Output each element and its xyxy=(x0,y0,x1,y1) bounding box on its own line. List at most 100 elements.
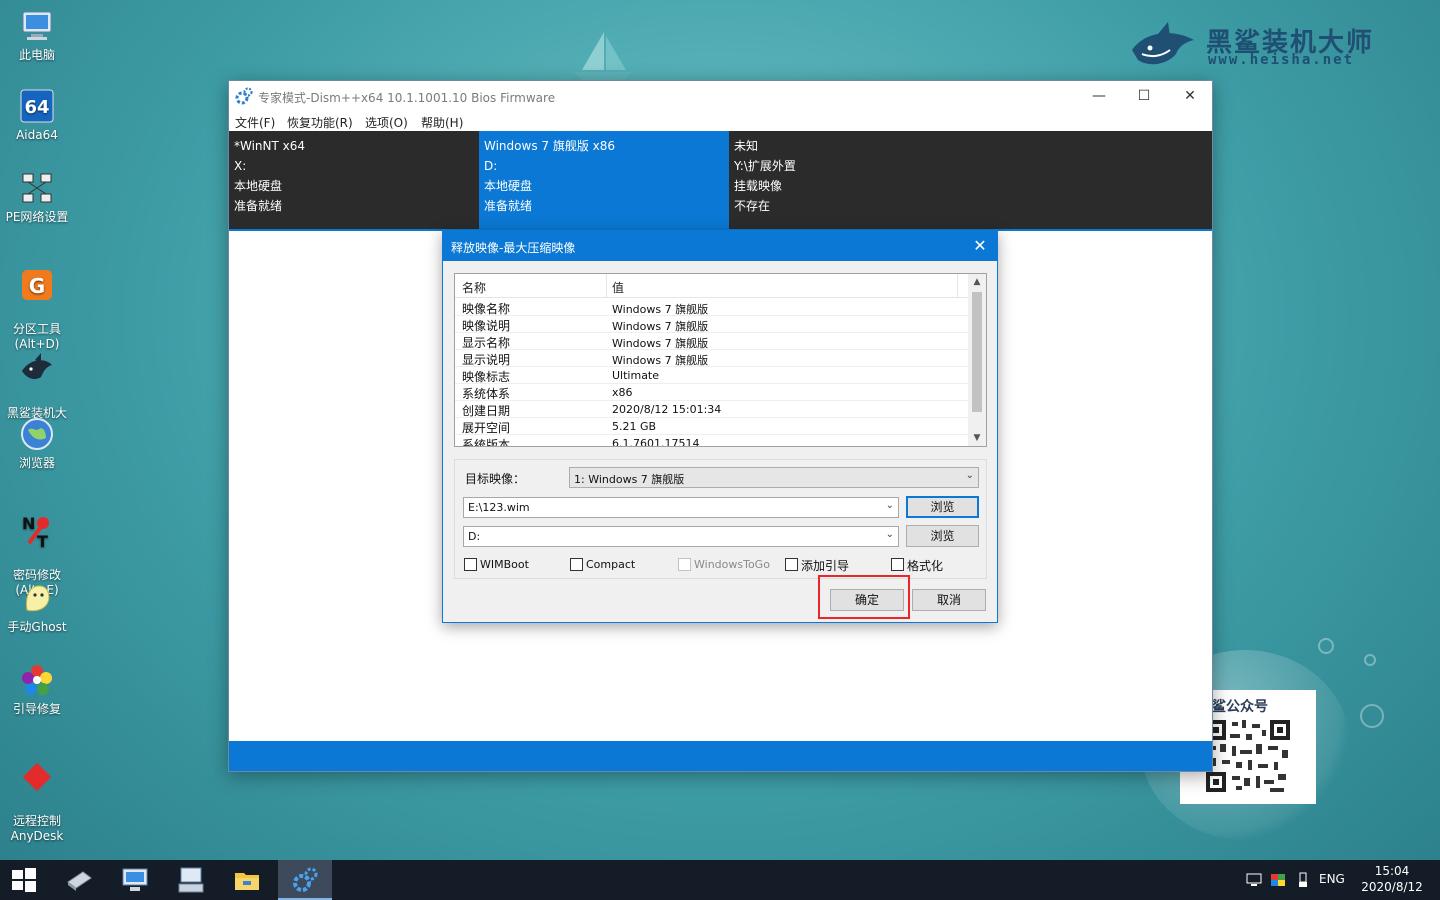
browse-dest-button[interactable]: 浏览 xyxy=(906,525,979,547)
add-boot-label: 添加引导 xyxy=(801,559,850,573)
options-group: 目标映像： 1: Windows 7 旗舰版 ⌄ E:\123.wim ⌄ 浏览… xyxy=(454,459,987,579)
drive-card-unknown[interactable]: 未知 Y:\扩展外置 挂载映像 不存在 xyxy=(729,131,979,229)
desktop-icon-label: 引导修复 xyxy=(12,702,61,716)
desktop-icon-anydesk[interactable]: 远程控制 AnyDesk xyxy=(2,744,72,859)
list-scrollbar[interactable]: ▲ ▼ xyxy=(968,274,986,446)
usb-tray-icon[interactable] xyxy=(1295,872,1311,888)
menu-restore[interactable]: 恢复功能(R) xyxy=(287,114,353,131)
target-image-select[interactable]: 1: Windows 7 旗舰版 ⌄ xyxy=(569,467,979,488)
item-value: 2020/8/12 15:01:34 xyxy=(612,403,722,416)
cancel-button[interactable]: 取消 xyxy=(912,589,986,611)
svg-text:64: 64 xyxy=(24,97,49,118)
desktop-icon-label: PE网络设置 xyxy=(5,210,69,224)
taskbar-app-dism[interactable] xyxy=(278,860,332,900)
svg-text:T: T xyxy=(37,532,48,549)
taskbar-app-drive[interactable] xyxy=(52,860,106,900)
boot-repair-icon xyxy=(22,665,52,695)
desktop-icon-label: Aida64 xyxy=(16,128,58,142)
list-item[interactable]: 映像名称 Windows 7 旗舰版 xyxy=(455,299,968,316)
taskbar-app-keyboard[interactable] xyxy=(164,860,218,900)
list-item[interactable]: 系统版本 6.1.7601.17514 xyxy=(455,435,968,446)
taskbar-app-explorer[interactable] xyxy=(220,860,274,900)
menu-file[interactable]: 文件(F) xyxy=(235,114,275,131)
window-title: 专家模式-Dism++x64 10.1.1001.10 Bios Firmwar… xyxy=(258,91,556,105)
list-item[interactable]: 显示说明 Windows 7 旗舰版 xyxy=(455,350,968,367)
bubble-decoration xyxy=(1364,654,1376,666)
clock-time: 15:04 xyxy=(1374,864,1410,878)
desktop-icon-label: 手动Ghost xyxy=(7,620,67,634)
language-indicator[interactable]: ENG xyxy=(1319,872,1345,886)
target-image-label: 目标映像： xyxy=(465,472,526,486)
item-value: Windows 7 旗舰版 xyxy=(612,303,709,316)
scroll-down-icon[interactable]: ▼ xyxy=(968,430,986,446)
clock[interactable]: 15:04 2020/8/12 xyxy=(1352,863,1432,895)
column-header-value[interactable]: 值 xyxy=(612,279,624,296)
drive-letter: X: xyxy=(234,159,247,173)
clock-date: 2020/8/12 xyxy=(1361,880,1423,894)
drive-card-windows7[interactable]: Windows 7 旗舰版 x86 D: 本地硬盘 准备就绪 xyxy=(479,131,729,229)
drive-card-winnt[interactable]: *WinNT x64 X: 本地硬盘 准备就绪 xyxy=(229,131,479,229)
column-header-name[interactable]: 名称 xyxy=(462,279,486,296)
list-item[interactable]: 映像标志 Ultimate xyxy=(455,367,968,384)
windowstogo-checkbox[interactable] xyxy=(678,558,691,571)
desktop-icon-browser[interactable]: 浏览器 xyxy=(2,416,72,471)
column-divider xyxy=(957,274,958,298)
item-value: 5.21 GB xyxy=(612,420,657,433)
close-button[interactable]: ✕ xyxy=(1167,81,1213,111)
list-item[interactable]: 系统体系 x86 xyxy=(455,384,968,401)
menu-help[interactable]: 帮助(H) xyxy=(421,114,463,131)
taskbar-app-computer[interactable] xyxy=(108,860,162,900)
desktop-icon-aida64[interactable]: 64 Aida64 xyxy=(2,88,72,143)
format-checkbox[interactable] xyxy=(891,558,904,571)
menu-options[interactable]: 选项(O) xyxy=(365,114,408,131)
network-tray-icon[interactable] xyxy=(1246,872,1262,888)
item-name: 显示说明 xyxy=(462,353,511,367)
chevron-down-icon: ⌄ xyxy=(965,470,974,481)
desktop-icon-computer[interactable]: 此电脑 xyxy=(2,8,72,63)
desktop-icon-label: 浏览器 xyxy=(18,456,55,470)
drive-status: 不存在 xyxy=(734,199,771,213)
scroll-up-icon[interactable]: ▲ xyxy=(968,274,986,290)
windowstogo-label: WindowsToGo xyxy=(694,558,770,571)
menu-bar: 文件(F) 恢复功能(R) 选项(O) 帮助(H) xyxy=(229,111,1212,131)
scroll-thumb[interactable] xyxy=(972,292,982,412)
drive-status: 准备就绪 xyxy=(234,199,283,213)
desktop-icon-boot-repair[interactable]: 引导修复 xyxy=(2,662,72,717)
desktop-icon-ghost[interactable]: 手动Ghost xyxy=(2,580,72,635)
highlight-box xyxy=(818,575,910,619)
source-path-input[interactable]: E:\123.wim ⌄ xyxy=(463,497,899,518)
add-boot-checkbox[interactable] xyxy=(785,558,798,571)
maximize-button[interactable]: ☐ xyxy=(1121,81,1167,111)
drive-letter: Y:\扩展外置 xyxy=(734,159,796,173)
target-image-value: 1: Windows 7 旗舰版 xyxy=(574,473,685,486)
svg-text:N: N xyxy=(22,514,35,533)
dialog-title: 释放映像-最大压缩映像 xyxy=(451,241,576,255)
dialog-title-bar[interactable]: 释放映像-最大压缩映像 ✕ xyxy=(443,231,997,261)
compact-checkbox[interactable] xyxy=(570,558,583,571)
minimize-button[interactable]: — xyxy=(1076,81,1122,111)
bubble-decoration xyxy=(1360,704,1384,728)
brand-url: www.heisha.net xyxy=(1208,52,1355,68)
column-divider xyxy=(606,274,607,298)
sailboat-decoration xyxy=(574,32,632,80)
display-tray-icon[interactable] xyxy=(1270,872,1286,888)
title-bar[interactable]: 专家模式-Dism++x64 10.1.1001.10 Bios Firmwar… xyxy=(229,81,1212,111)
gear-icon xyxy=(293,867,318,892)
list-item[interactable]: 显示名称 Windows 7 旗舰版 xyxy=(455,333,968,350)
dest-path-input[interactable]: D: ⌄ xyxy=(463,526,899,547)
desktop-icon-network[interactable]: PE网络设置 xyxy=(2,170,72,225)
wimboot-checkbox[interactable] xyxy=(464,558,477,571)
drive-type: 本地硬盘 xyxy=(234,179,283,193)
dialog-close-icon[interactable]: ✕ xyxy=(963,231,997,261)
item-name: 显示名称 xyxy=(462,336,511,350)
list-item[interactable]: 映像说明 Windows 7 旗舰版 xyxy=(455,316,968,333)
brand-logo: 黑鲨装机大师 www.heisha.net xyxy=(1128,18,1398,78)
qr-code-icon xyxy=(1206,720,1290,792)
drive-icon xyxy=(67,871,92,891)
browse-source-button[interactable]: 浏览 xyxy=(906,496,979,518)
image-info-list[interactable]: 名称 值 映像名称 Windows 7 旗舰版 映像说明 Windows 7 旗舰版… xyxy=(454,273,987,447)
list-item[interactable]: 展开空间 5.21 GB xyxy=(455,418,968,435)
compact-label: Compact xyxy=(586,558,636,571)
list-item[interactable]: 创建日期 2020/8/12 15:01:34 xyxy=(455,401,968,418)
start-button[interactable] xyxy=(0,860,48,900)
